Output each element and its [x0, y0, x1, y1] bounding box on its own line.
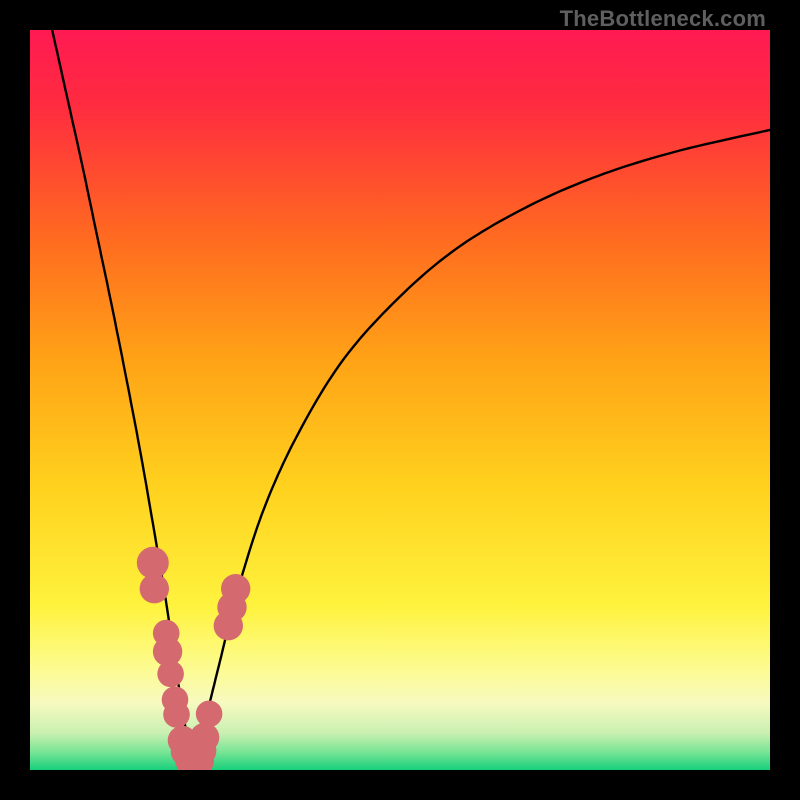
highlight-point — [190, 723, 219, 752]
chart-frame: TheBottleneck.com — [0, 0, 800, 800]
bottleneck-curve-right — [193, 130, 770, 763]
highlight-point — [137, 547, 169, 579]
highlight-point — [221, 574, 250, 603]
curve-layer — [30, 30, 770, 770]
highlight-point — [140, 574, 169, 603]
highlight-point — [157, 661, 184, 688]
plot-area — [30, 30, 770, 770]
watermark-text: TheBottleneck.com — [560, 6, 766, 32]
highlight-markers — [137, 547, 251, 770]
highlight-point — [196, 701, 223, 728]
highlight-point — [163, 701, 190, 728]
